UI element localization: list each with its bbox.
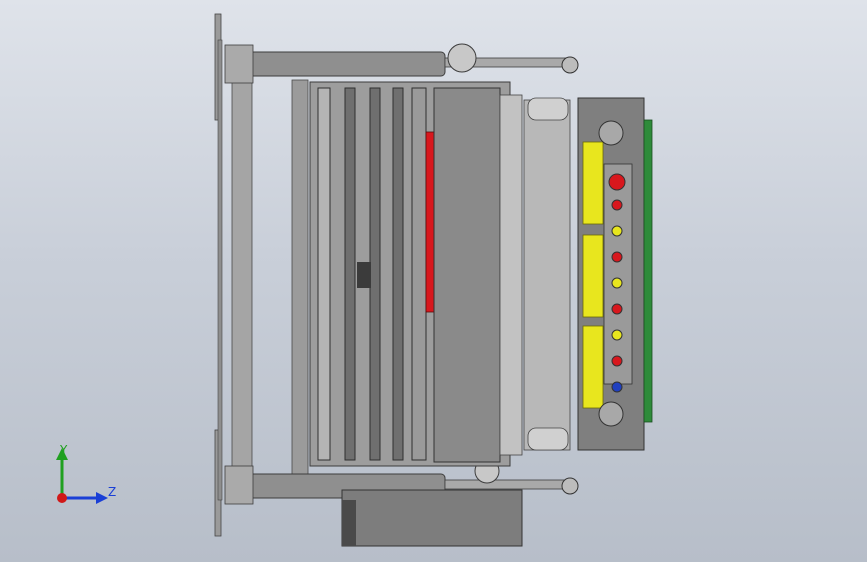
- roller-main: [523, 99, 571, 451]
- indicator-button-red: [611, 251, 623, 263]
- indicator-button-yellow: [611, 225, 623, 237]
- roller-top-cap: [527, 97, 569, 121]
- indicator-button-blue: [611, 381, 623, 393]
- central-plate: [433, 87, 501, 463]
- y-axis-label: Y: [59, 443, 68, 457]
- yellow-panel-3: [582, 325, 604, 409]
- bottom-knob: [598, 401, 624, 427]
- bottom-cylinder-rod: [444, 479, 571, 490]
- top-linkage-wheel: [447, 43, 477, 73]
- rail-left: [231, 79, 253, 476]
- indicator-button-red: [611, 303, 623, 315]
- indicator-button-yellow: [611, 277, 623, 289]
- z-axis-head: [96, 492, 108, 504]
- side-green-strip: [643, 119, 653, 423]
- indicator-button-yellow: [611, 329, 623, 341]
- z-axis-label: Z: [108, 485, 116, 499]
- top-cylinder-pivot: [561, 56, 579, 74]
- left-upright: [217, 39, 223, 501]
- top-cylinder-mount: [224, 44, 254, 84]
- indicator-button-red: [611, 199, 623, 211]
- motor-housing-dark: [342, 500, 356, 546]
- top-cylinder: [234, 51, 446, 77]
- center-block: [357, 262, 371, 288]
- rail-inner: [291, 79, 309, 476]
- roller-left: [499, 94, 523, 456]
- indicator-button-red: [611, 355, 623, 367]
- x-axis-dot: [57, 493, 67, 503]
- coordinate-triad: Y Z: [56, 443, 116, 504]
- button-strip: [603, 163, 633, 385]
- machine-model-drawing: [214, 13, 653, 547]
- yellow-panel-1: [582, 141, 604, 225]
- bottom-cylinder-mount: [224, 465, 254, 505]
- top-knob: [598, 120, 624, 146]
- motor-housing: [341, 489, 523, 547]
- yellow-panel-2: [582, 234, 604, 318]
- bottom-cylinder-pivot: [561, 477, 579, 495]
- roller-bottom-cap: [527, 427, 569, 451]
- emergency-stop-button: [608, 173, 626, 191]
- cad-viewport[interactable]: Y Z: [0, 0, 867, 562]
